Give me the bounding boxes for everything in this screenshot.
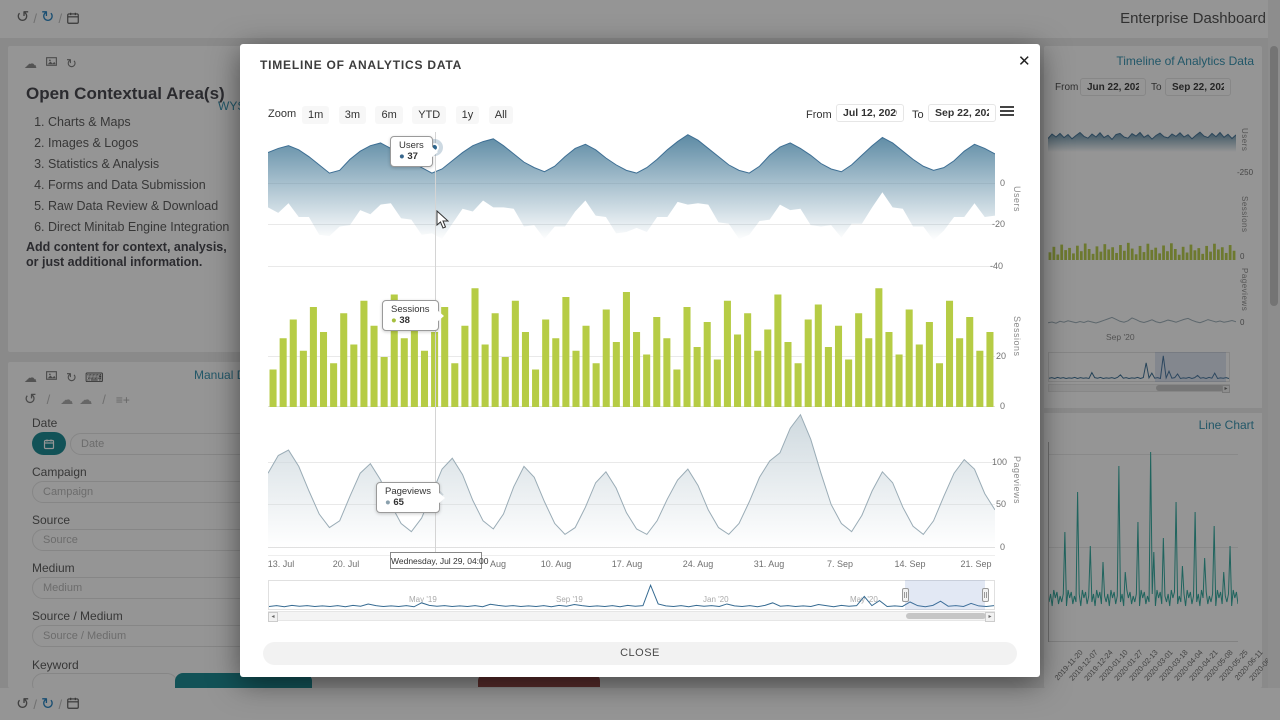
users-chart[interactable] [268,132,995,269]
x-tick-label: 7. Sep [827,559,853,569]
pageviews-tick: 100 [992,457,1007,467]
navigator[interactable]: May '19 Sep '19 Jan '20 May '20 [268,580,995,610]
tooltip-value: 38 [399,315,410,326]
timeline-modal: TIMELINE OF ANALYTICS DATA ✕ Zoom 1m 3m … [240,44,1040,677]
sessions-axis-title: Sessions [1012,316,1022,357]
tooltip-series: Pageviews [385,486,431,497]
tooltip-value: 65 [393,497,404,508]
navigator-scrollbar-track[interactable]: ◂ ▸ [268,611,995,621]
to-label: To [912,109,924,121]
tooltip-value: 37 [407,151,418,162]
pageviews-axis-title: Pageviews [1012,456,1022,504]
x-tick-label: 17. Aug [612,559,643,569]
pageviews-tooltip: Pageviews ● 65 [376,482,440,513]
users-tooltip: Users ● 37 [390,136,433,167]
users-tick: -40 [990,261,1003,271]
x-tick-label: 14. Sep [894,559,925,569]
pageviews-tick: 0 [1000,542,1005,552]
from-date-input[interactable] [836,104,904,122]
x-axis: 13. Jul 20. Jul Aug 10. Aug 17. Aug 24. … [268,555,995,571]
scroll-left-arrow[interactable]: ◂ [268,612,278,622]
x-tick-label: 13. Jul [268,559,295,569]
to-date-input[interactable] [928,104,996,122]
tooltip-series: Sessions [391,304,430,315]
zoom-1y-button[interactable]: 1y [456,106,480,124]
x-tick-label: Aug [490,559,506,569]
users-tick: -20 [992,219,1005,229]
x-tick-label: 24. Aug [683,559,714,569]
sessions-tick: 0 [1000,401,1005,411]
scroll-right-arrow[interactable]: ▸ [985,612,995,622]
sessions-tooltip: Sessions ● 38 [382,300,439,331]
zoom-6m-button[interactable]: 6m [375,106,402,124]
series-dot: ● [391,315,397,326]
pageviews-tick: 50 [996,499,1006,509]
series-dot: ● [385,497,391,508]
zoom-label: Zoom [268,108,296,120]
zoom-ytd-button[interactable]: YTD [412,106,446,124]
sessions-tick: 20 [996,351,1006,361]
x-tick-label: 21. Sep [960,559,991,569]
modal-title: TIMELINE OF ANALYTICS DATA [260,58,462,72]
x-tick-label: 31. Aug [754,559,785,569]
users-tick: 0 [1000,178,1005,188]
zoom-1m-button[interactable]: 1m [302,106,329,124]
users-axis-title: Users [1012,186,1022,212]
series-dot: ● [399,151,405,162]
close-icon[interactable]: ✕ [1018,52,1031,70]
navigator-right-handle[interactable] [982,588,989,602]
navigator-selection[interactable] [905,580,985,610]
x-tick-label: 10. Aug [541,559,572,569]
chart-menu-icon[interactable] [1000,106,1014,118]
navigator-left-handle[interactable] [902,588,909,602]
pageviews-chart[interactable] [268,412,995,548]
sessions-chart[interactable] [268,282,995,407]
crosshair-date-label: Wednesday, Jul 29, 04:00 [390,552,482,569]
from-label: From [806,109,832,121]
zoom-3m-button[interactable]: 3m [339,106,366,124]
tooltip-series: Users [399,140,424,151]
zoom-all-button[interactable]: All [489,106,513,124]
close-button[interactable]: CLOSE [263,642,1017,665]
x-tick-label: 20. Jul [333,559,360,569]
navigator-scrollbar-thumb[interactable] [906,613,986,619]
mouse-cursor [436,210,449,229]
